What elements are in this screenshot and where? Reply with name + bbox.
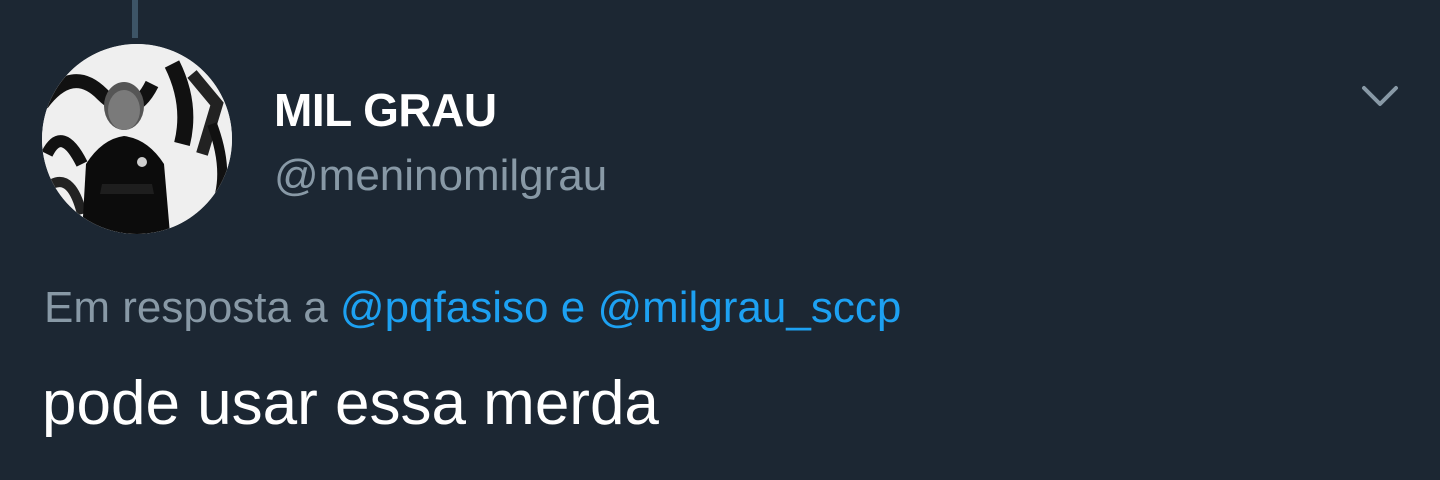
avatar[interactable]	[42, 44, 232, 234]
chevron-down-icon[interactable]	[1360, 80, 1400, 114]
avatar-image	[42, 44, 232, 234]
reply-joiner: e	[560, 283, 586, 332]
reply-prefix: Em resposta a	[44, 283, 328, 332]
display-name[interactable]: MIL GRAU	[274, 84, 497, 136]
user-handle[interactable]: @meninomilgrau	[274, 150, 607, 202]
reply-context: Em resposta a @pqfasiso e @milgrau_sccp	[44, 280, 901, 336]
thread-connector-line	[132, 0, 138, 38]
reply-mention-link[interactable]: @pqfasiso	[340, 283, 549, 332]
reply-mention-link[interactable]: @milgrau_sccp	[597, 283, 901, 332]
tweet-text: pode usar essa merda	[42, 369, 659, 438]
